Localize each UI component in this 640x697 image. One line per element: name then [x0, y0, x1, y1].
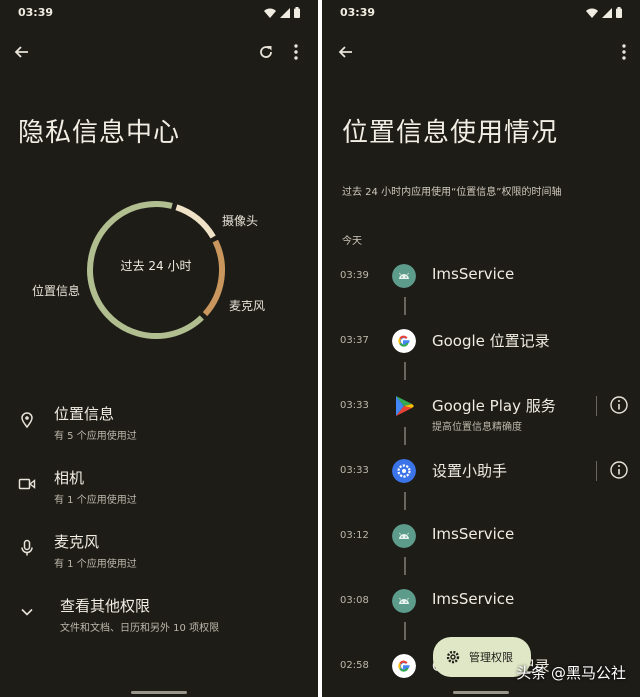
- permission-subtitle: 有 5 个应用使用过: [54, 431, 137, 442]
- more-options-icon[interactable]: [614, 42, 634, 62]
- timeline-time: 03:33: [340, 465, 369, 476]
- location-usage-screen: 03:39 位置信息使用情况 过去 24 小时内应用使用“位置信息”权限的时间轴…: [322, 0, 640, 697]
- refresh-icon[interactable]: [256, 42, 276, 62]
- ring-arc-microphone: [202, 239, 225, 317]
- camera-icon: [18, 478, 36, 490]
- timeline-subtitle: 过去 24 小时内应用使用“位置信息”权限的时间轴: [342, 187, 562, 198]
- status-icons: [264, 7, 300, 18]
- ring-center-label: 过去 24 小时: [120, 259, 192, 273]
- timeline-item[interactable]: 03:33 设置小助手: [322, 459, 640, 499]
- microphone-icon: [21, 539, 33, 556]
- timeline-app-name: ImsService: [432, 265, 515, 283]
- timeline-item[interactable]: 03:08 ImsService: [322, 589, 640, 629]
- timeline-app-detail: 提高位置信息精确度: [432, 422, 522, 433]
- row-divider: [596, 396, 597, 416]
- timeline-app-name: Google Play 服务: [432, 397, 556, 415]
- permission-item-camera[interactable]: 相机 有 1 个应用使用过: [0, 467, 318, 517]
- android-icon: [392, 589, 416, 613]
- permission-subtitle: 文件和文档、日历和另外 10 项权限: [60, 623, 220, 634]
- timeline-item[interactable]: 03:39 ImsService: [322, 264, 640, 304]
- watermark-text: 头条 @黑马公社: [516, 664, 626, 682]
- timeline-time: 03:08: [340, 595, 369, 606]
- view-other-permissions[interactable]: 查看其他权限 文件和文档、日历和另外 10 项权限: [0, 595, 318, 645]
- status-time: 03:39: [18, 6, 54, 19]
- timeline-time: 03:33: [340, 400, 369, 411]
- timeline-item[interactable]: 03:37 Google 位置记录: [322, 329, 640, 369]
- timeline-app-name: 设置小助手: [432, 462, 508, 480]
- android-icon: [392, 524, 416, 548]
- ring-label-microphone: 麦克风: [229, 299, 266, 313]
- permission-title: 相机: [54, 469, 85, 487]
- section-header-today: 今天: [342, 236, 362, 247]
- settings-gear-app-icon: [392, 459, 416, 483]
- permission-title: 位置信息: [54, 405, 115, 423]
- permission-item-location[interactable]: 位置信息 有 5 个应用使用过: [0, 403, 318, 453]
- play-services-icon: [396, 396, 414, 416]
- wifi-icon: [264, 8, 276, 18]
- timeline-time: 03:39: [340, 270, 369, 281]
- page-title: 隐私信息中心: [18, 118, 181, 148]
- chevron-down-icon: [21, 608, 33, 616]
- home-indicator[interactable]: [131, 691, 187, 694]
- permission-subtitle: 有 1 个应用使用过: [54, 559, 137, 570]
- page-title: 位置信息使用情况: [342, 118, 559, 148]
- more-options-icon[interactable]: [286, 42, 306, 62]
- timeline-time: 03:12: [340, 530, 369, 541]
- timeline-app-name: ImsService: [432, 590, 515, 608]
- status-bar: 03:39: [322, 0, 640, 26]
- google-icon: [392, 654, 416, 678]
- android-icon: [392, 264, 416, 288]
- battery-icon: [616, 7, 622, 18]
- ring-label-camera: 摄像头: [222, 214, 259, 228]
- wifi-icon: [586, 8, 598, 18]
- timeline-app-name: ImsService: [432, 525, 515, 543]
- signal-icon: [602, 7, 612, 18]
- status-bar: 03:39: [0, 0, 318, 26]
- info-icon[interactable]: [608, 459, 630, 481]
- timeline-app-name: Google 位置记录: [432, 332, 550, 350]
- gear-icon: [446, 650, 460, 664]
- status-icons: [586, 7, 622, 18]
- permission-title: 查看其他权限: [60, 597, 151, 615]
- permission-title: 麦克风: [54, 533, 100, 551]
- back-arrow-icon[interactable]: [12, 42, 32, 62]
- timeline-time: 02:58: [340, 660, 369, 671]
- back-arrow-icon[interactable]: [336, 42, 356, 62]
- home-indicator[interactable]: [453, 691, 509, 694]
- battery-icon: [294, 7, 300, 18]
- ring-label-location: 位置信息: [32, 284, 81, 298]
- signal-icon: [280, 7, 290, 18]
- row-divider: [596, 461, 597, 481]
- location-pin-icon: [21, 412, 33, 429]
- privacy-dashboard-screen: 03:39 隐私信息中心 过去 24 小时 摄像头 麦克风 位置信息 位置信息 …: [0, 0, 318, 697]
- google-icon: [392, 329, 416, 353]
- ring-arc-camera: [175, 204, 216, 239]
- permission-item-microphone[interactable]: 麦克风 有 1 个应用使用过: [0, 531, 318, 581]
- manage-permissions-label: 管理权限: [469, 651, 513, 664]
- info-icon[interactable]: [608, 394, 630, 416]
- permission-subtitle: 有 1 个应用使用过: [54, 495, 137, 506]
- timeline-time: 03:37: [340, 335, 369, 346]
- status-time: 03:39: [340, 6, 376, 19]
- timeline-item[interactable]: 03:12 ImsService: [322, 524, 640, 564]
- timeline-item[interactable]: 03:33 Google Play 服务 提高位置信息精确度: [322, 394, 640, 434]
